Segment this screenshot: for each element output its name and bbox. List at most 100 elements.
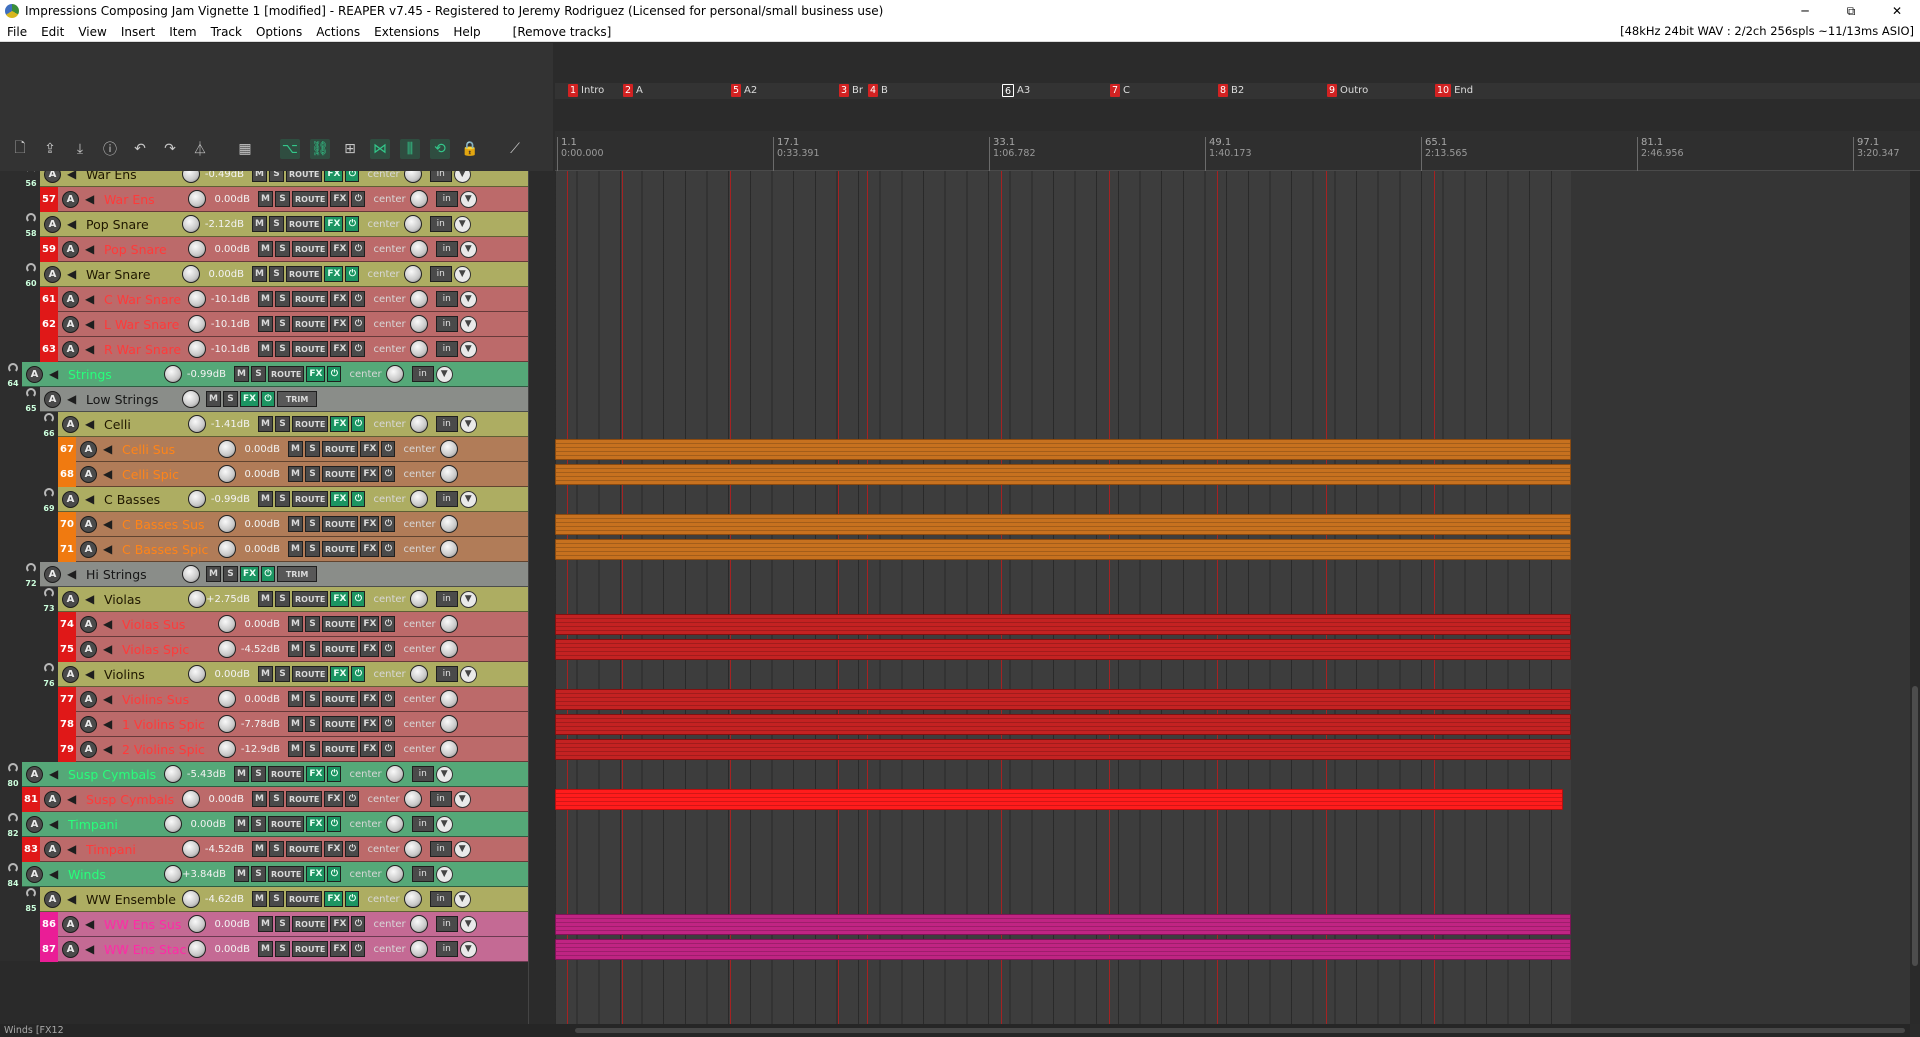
track-80[interactable]: A ◀ Susp Cymbals -5.43dB M S ROUTE FX ⏻ center in ▼ [22, 762, 528, 787]
fx-bypass-button[interactable]: ⏻ [381, 441, 396, 457]
input-button[interactable]: in [411, 366, 434, 382]
record-arm-button[interactable]: A [26, 365, 43, 383]
marker-5[interactable]: 5 A2 [731, 83, 757, 98]
mute-button[interactable]: M [234, 366, 249, 382]
input-button[interactable]: in [429, 891, 452, 907]
input-dropdown-icon[interactable]: ▼ [459, 590, 477, 608]
fx-button[interactable]: FX [324, 216, 344, 232]
volume-knob[interactable] [188, 590, 206, 608]
track-76[interactable]: A ◀ Violins 0.00dB M S ROUTE FX ⏻ center in ▼ [58, 662, 528, 687]
track-name[interactable]: War Ens [104, 192, 188, 207]
mute-button[interactable]: M [234, 866, 249, 882]
tcp-divider[interactable] [528, 171, 555, 1024]
fx-button[interactable]: FX [324, 791, 344, 807]
fx-bypass-button[interactable]: ⏻ [381, 541, 396, 557]
solo-button[interactable]: S [305, 691, 320, 707]
fx-button[interactable]: FX [324, 171, 344, 182]
track-number[interactable]: 76 [40, 662, 58, 688]
fx-button[interactable]: FX [330, 916, 350, 932]
input-button[interactable]: in [435, 291, 458, 307]
maximize-button[interactable]: ⧉ [1828, 0, 1874, 22]
fx-button[interactable]: FX [330, 491, 350, 507]
solo-button[interactable]: S [223, 391, 238, 407]
volume-knob[interactable] [188, 490, 206, 508]
track-name[interactable]: L War Snare [104, 317, 188, 332]
fx-button[interactable]: FX [330, 191, 350, 207]
track-81[interactable]: A ◀ Susp Cymbals 0.00dB M S ROUTE FX ⏻ center in ▼ [40, 787, 528, 812]
mute-button[interactable]: M [288, 616, 303, 632]
record-arm-button[interactable]: A [44, 840, 61, 858]
mute-button[interactable]: M [288, 741, 303, 757]
track-name[interactable]: Violas Spic [122, 642, 218, 657]
pan-knob[interactable] [385, 865, 404, 883]
track-64[interactable]: A ◀ Strings -0.99dB M S ROUTE FX ⏻ center in ▼ [22, 362, 528, 387]
track-number[interactable]: 66 [40, 412, 58, 438]
mute-button[interactable]: M [252, 891, 267, 907]
track-name[interactable]: Celli [104, 417, 188, 432]
mute-button[interactable]: M [252, 791, 267, 807]
track-name[interactable]: Strings [68, 367, 164, 382]
fx-bypass-button[interactable]: ⏻ [381, 616, 396, 632]
fx-button[interactable]: FX [360, 466, 380, 482]
route-button[interactable]: ROUTE [292, 916, 329, 932]
input-dropdown-icon[interactable]: ▼ [453, 890, 471, 908]
fx-bypass-button[interactable]: ⏻ [381, 741, 396, 757]
track-name[interactable]: Violins [104, 667, 188, 682]
track-name[interactable]: Violas [104, 592, 188, 607]
menu-help[interactable]: Help [446, 25, 487, 39]
save-icon[interactable]: ⤓ [70, 139, 90, 159]
pan-knob[interactable] [385, 815, 404, 833]
ripple-icon[interactable]: ⌥ [280, 139, 300, 159]
input-dropdown-icon[interactable]: ▼ [459, 315, 477, 333]
volume-knob[interactable] [188, 290, 206, 308]
pan-knob[interactable] [439, 615, 458, 633]
route-button[interactable]: ROUTE [292, 416, 329, 432]
mute-button[interactable]: M [258, 341, 273, 357]
media-item[interactable] [555, 614, 1571, 635]
fx-button[interactable]: FX [330, 316, 350, 332]
fx-bypass-button[interactable]: ⏻ [327, 366, 342, 382]
track-name[interactable]: R War Snare [104, 342, 188, 357]
solo-button[interactable]: S [305, 716, 320, 732]
mute-button[interactable]: M [252, 171, 267, 182]
record-arm-button[interactable]: A [26, 765, 43, 783]
fx-bypass-button[interactable]: ⏻ [345, 171, 360, 182]
volume-knob[interactable] [188, 665, 206, 683]
mute-button[interactable]: M [258, 416, 273, 432]
pan-knob[interactable] [409, 940, 428, 958]
track-number[interactable]: 84 [4, 862, 22, 888]
fx-bypass-button[interactable]: ⏻ [351, 416, 366, 432]
fx-button[interactable]: FX [330, 291, 350, 307]
mute-button[interactable]: M [258, 491, 273, 507]
input-dropdown-icon[interactable]: ▼ [435, 365, 453, 383]
track-60[interactable]: A ◀ War Snare 0.00dB M S ROUTE FX ⏻ center in ▼ [40, 262, 528, 287]
pan-knob[interactable] [439, 715, 458, 733]
marker-6[interactable]: 6 A3 [1002, 83, 1030, 98]
fx-bypass-button[interactable]: ⏻ [351, 916, 366, 932]
volume-knob[interactable] [164, 815, 182, 833]
solo-button[interactable]: S [305, 741, 320, 757]
vertical-scrollbar[interactable] [1910, 171, 1920, 1024]
track-number[interactable]: 65 [22, 387, 40, 413]
fx-button[interactable]: FX [324, 841, 344, 857]
volume-knob[interactable] [188, 315, 206, 333]
solo-button[interactable]: S [275, 291, 290, 307]
record-arm-button[interactable]: A [62, 340, 79, 358]
volume-knob[interactable] [182, 390, 200, 408]
volume-knob[interactable] [182, 171, 200, 183]
solo-button[interactable]: S [275, 941, 290, 957]
fx-button[interactable]: FX [330, 666, 350, 682]
timeline-ruler[interactable]: 1.1 0:00.000 17.1 0:33.391 33.1 1:06.782 49.1 1… [555, 131, 1920, 171]
input-button[interactable]: in [429, 266, 452, 282]
input-dropdown-icon[interactable]: ▼ [453, 215, 471, 233]
track-name[interactable]: War Snare [86, 267, 182, 282]
record-arm-button[interactable]: A [44, 890, 61, 908]
track-75[interactable]: A ◀ Violas Spic -4.52dB M S ROUTE FX ⏻ center [76, 637, 528, 662]
route-button[interactable]: ROUTE [292, 666, 329, 682]
track-59[interactable]: A ◀ Pop Snare 0.00dB M S ROUTE FX ⏻ center in ▼ [58, 237, 528, 262]
input-button[interactable]: in [411, 816, 434, 832]
solo-button[interactable]: S [305, 516, 320, 532]
input-button[interactable]: in [435, 916, 458, 932]
track-name[interactable]: 1 Violins Spic [122, 717, 218, 732]
record-arm-button[interactable]: A [44, 265, 61, 283]
